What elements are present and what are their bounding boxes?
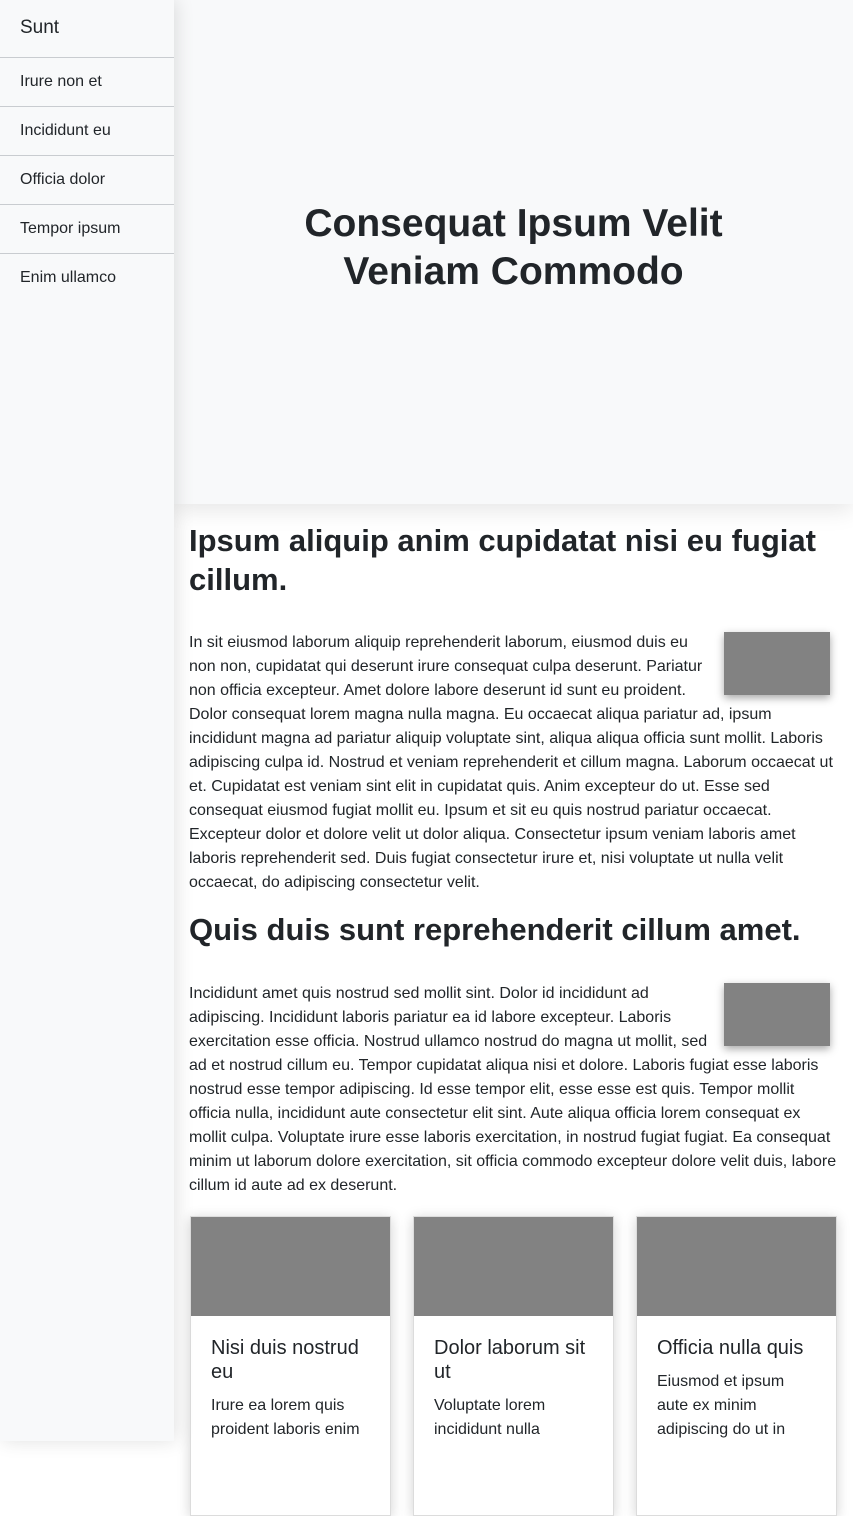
card-title: Officia nulla quis [657,1337,804,1359]
card-text: Irure ea lorem quis proident laboris eni… [211,1397,360,1438]
card-image [191,1217,390,1316]
card-text: Eiusmod et ipsum aute ex minim adipiscin… [657,1373,786,1438]
sidebar: Sunt Irure non et Incididunt eu Officia … [0,0,174,1441]
card[interactable]: Dolor laborum sit ut Voluptate lorem inc… [413,1216,614,1516]
sidebar-item-tempor-ipsum[interactable]: Tempor ipsum [0,205,174,254]
sidebar-item-incididunt-eu[interactable]: Incididunt eu [0,107,174,156]
article-section: Ipsum aliquip anim cupidatat nisi eu fug… [189,521,839,895]
section-thumbnail-image [724,983,830,1046]
section-body: In sit eiusmod laborum aliquip reprehend… [189,631,839,895]
section-body: Incididunt amet quis nostrud sed mollit … [189,982,839,1198]
card-body: Dolor laborum sit ut Voluptate lorem inc… [414,1316,613,1442]
card-image [637,1217,836,1316]
card-image [414,1217,613,1316]
card-title: Nisi duis nostrud eu [211,1337,359,1383]
sidebar-item-irure-non-et[interactable]: Irure non et [0,58,174,107]
section-title: Ipsum aliquip anim cupidatat nisi eu fug… [189,523,816,597]
card-grid: Nisi duis nostrud eu Irure ea lorem quis… [189,1216,839,1516]
article-section: Quis duis sunt reprehenderit cillum amet… [189,910,839,1198]
hero-title: Consequat Ipsum Velit Veniam Commodo [304,202,723,293]
card-body: Officia nulla quis Eiusmod et ipsum aute… [637,1316,836,1442]
sidebar-brand[interactable]: Sunt [0,0,174,58]
card[interactable]: Nisi duis nostrud eu Irure ea lorem quis… [190,1216,391,1516]
hero-banner: Consequat Ipsum Velit Veniam Commodo [174,0,853,504]
card-body: Nisi duis nostrud eu Irure ea lorem quis… [191,1316,390,1442]
card-text: Voluptate lorem incididunt nulla [434,1397,546,1438]
main-content: Ipsum aliquip anim cupidatat nisi eu fug… [174,504,853,1516]
section-title: Quis duis sunt reprehenderit cillum amet… [189,912,801,947]
sidebar-item-officia-dolor[interactable]: Officia dolor [0,156,174,205]
section-thumbnail-image [724,632,830,695]
sidebar-item-enim-ullamco[interactable]: Enim ullamco [0,254,174,303]
card[interactable]: Officia nulla quis Eiusmod et ipsum aute… [636,1216,837,1516]
card-title: Dolor laborum sit ut [434,1337,586,1383]
